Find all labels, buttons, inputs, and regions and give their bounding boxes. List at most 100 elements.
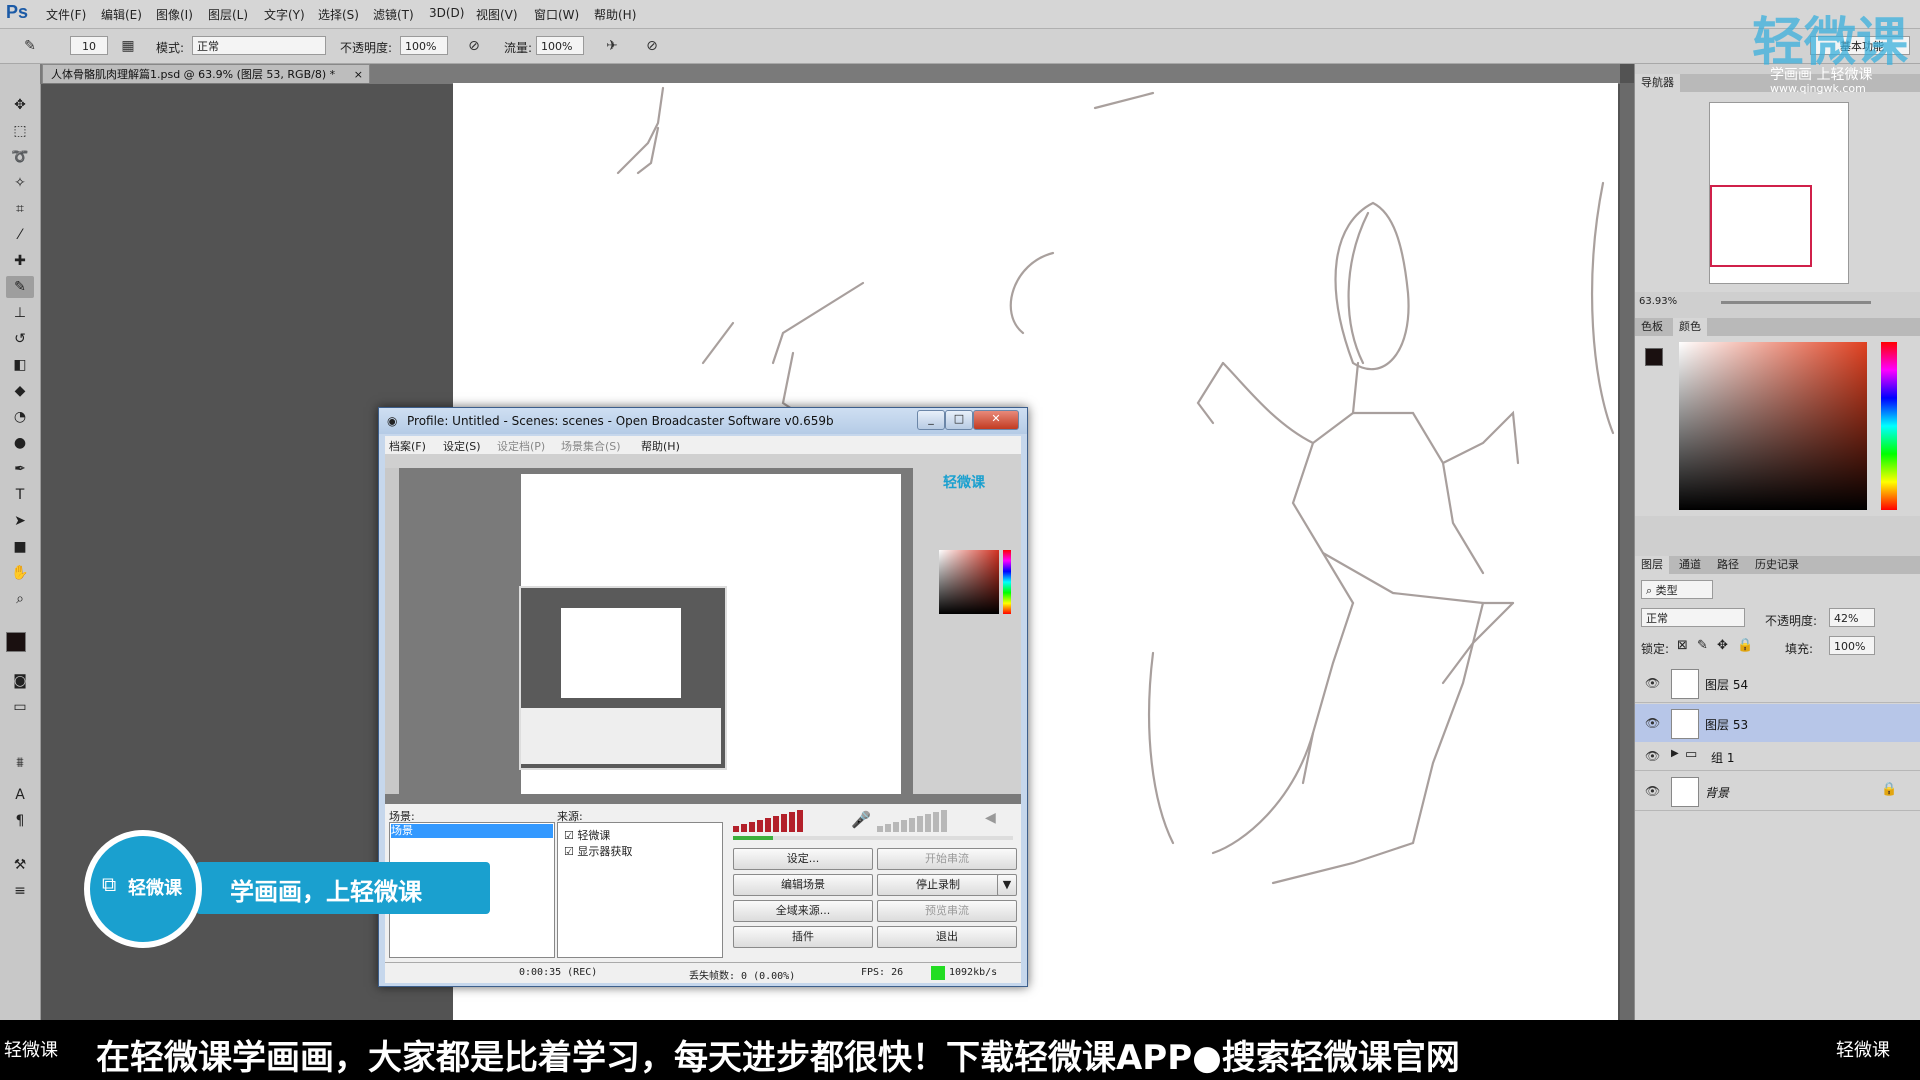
dodge-tool-icon[interactable]: ● <box>6 432 34 454</box>
flow-input[interactable]: 100% <box>536 36 584 55</box>
clone-stamp-tool-icon[interactable]: ⊥ <box>6 302 34 324</box>
stop-record-button[interactable]: 停止录制 <box>877 874 999 896</box>
foreground-color-swatch[interactable] <box>6 632 26 652</box>
preview-stream-button[interactable]: 预览串流 <box>877 900 1017 922</box>
checkbox-icon[interactable]: ☑ <box>564 845 574 858</box>
brush-preset-icon[interactable]: ✎ <box>20 36 40 56</box>
menu-window[interactable]: 窗口(W) <box>534 6 579 23</box>
tab-history[interactable]: 历史记录 <box>1749 556 1805 574</box>
marquee-tool-icon[interactable]: ⬚ <box>6 120 34 142</box>
tab-channels[interactable]: 通道 <box>1673 556 1707 574</box>
chevron-down-icon[interactable]: ▼ <box>997 874 1017 896</box>
character-panel-icon[interactable]: A <box>6 784 34 806</box>
exit-button[interactable]: 退出 <box>877 926 1017 948</box>
lasso-tool-icon[interactable]: ➰ <box>6 146 34 168</box>
crop-tool-icon[interactable]: ⌗ <box>6 198 34 220</box>
navigator-zoom-slider[interactable] <box>1721 301 1871 304</box>
tab-layers[interactable]: 图层 <box>1635 556 1669 574</box>
healing-brush-tool-icon[interactable]: ✚ <box>6 250 34 272</box>
tab-swatches[interactable]: 色板 <box>1635 318 1669 336</box>
color-foreground-swatch[interactable] <box>1645 348 1663 366</box>
menu-edit[interactable]: 编辑(E) <box>101 6 142 23</box>
obs-menu-scene-collection[interactable]: 场景集合(S) <box>561 438 621 454</box>
layer-group-row[interactable]: 👁 ▶ ▭ 组 1 <box>1635 742 1920 771</box>
tab-color[interactable]: 颜色 <box>1673 318 1707 336</box>
layer-blend-mode-select[interactable]: 正常 <box>1641 608 1745 627</box>
tool-presets-icon[interactable]: ⚒ <box>6 854 34 876</box>
obs-titlebar[interactable]: ◉ Profile: Untitled - Scenes: scenes - O… <box>379 408 1027 434</box>
brush-panel-icon[interactable]: ▦ <box>118 36 138 56</box>
global-sources-button[interactable]: 全域来源... <box>733 900 873 922</box>
plugins-button[interactable]: 插件 <box>733 926 873 948</box>
obs-menu-settings[interactable]: 设定(S) <box>443 438 481 454</box>
eyedropper-tool-icon[interactable]: ⁄ <box>6 224 34 246</box>
navigator-thumbnail[interactable] <box>1709 102 1849 284</box>
hue-slider[interactable] <box>1881 342 1897 510</box>
menu-image[interactable]: 图像(I) <box>156 6 193 23</box>
path-selection-tool-icon[interactable]: ➤ <box>6 510 34 532</box>
lock-all-icon[interactable]: 🔒 <box>1737 638 1753 653</box>
eye-icon[interactable]: 👁 <box>1645 676 1661 690</box>
edit-scene-button[interactable]: 编辑场景 <box>733 874 873 896</box>
airbrush-icon[interactable]: ✈ <box>602 36 622 56</box>
layer-row[interactable]: 👁 背景 🔒 <box>1635 772 1920 811</box>
obs-menu-profiles[interactable]: 设定档(P) <box>497 438 545 454</box>
maximize-button[interactable]: □ <box>945 410 973 430</box>
quick-mask-icon[interactable]: ◙ <box>6 670 34 692</box>
menu-file[interactable]: 文件(F) <box>46 6 86 23</box>
layer-row-selected[interactable]: 👁 图层 53 <box>1635 704 1920 743</box>
fill-input[interactable]: 100% <box>1829 636 1875 655</box>
menu-select[interactable]: 选择(S) <box>318 6 359 23</box>
brush-tool-icon[interactable]: ✎ <box>6 276 34 298</box>
screen-mode-icon[interactable]: ▭ <box>6 696 34 718</box>
menu-type[interactable]: 文字(Y) <box>264 6 305 23</box>
navigator-view-box[interactable] <box>1710 185 1812 267</box>
pressure-opacity-icon[interactable]: ⊘ <box>464 36 484 56</box>
pen-tool-icon[interactable]: ✒ <box>6 458 34 480</box>
lock-pixels-icon[interactable]: ✎ <box>1697 638 1708 653</box>
layer-filter-select[interactable]: ⌕ 类型 <box>1641 580 1713 599</box>
opacity-input[interactable]: 100% <box>400 36 448 55</box>
close-button[interactable]: ✕ <box>973 410 1019 430</box>
lock-transparency-icon[interactable]: ⊠ <box>1677 638 1688 653</box>
menu-filter[interactable]: 滤镜(T) <box>373 6 414 23</box>
close-icon[interactable]: × <box>354 65 363 84</box>
mode-select[interactable]: 正常 <box>192 36 326 55</box>
brush-size-picker[interactable]: 10 <box>70 36 108 55</box>
mic-volume-meter[interactable] <box>877 808 977 834</box>
history-brush-tool-icon[interactable]: ↺ <box>6 328 34 350</box>
scene-item[interactable]: 场景 <box>391 824 553 838</box>
lock-position-icon[interactable]: ✥ <box>1717 638 1728 653</box>
speaker-icon[interactable]: ◀ <box>985 810 996 826</box>
type-tool-icon[interactable]: T <box>6 484 34 506</box>
minimize-button[interactable]: _ <box>917 410 945 430</box>
start-stream-button[interactable]: 开始串流 <box>877 848 1017 870</box>
menu-view[interactable]: 视图(V) <box>476 6 518 23</box>
document-tab[interactable]: 人体骨骼肌肉理解篇1.psd @ 63.9% (图层 53, RGB/8) * … <box>42 64 370 83</box>
tab-paths[interactable]: 路径 <box>1711 556 1745 574</box>
source-item[interactable]: ☑ 轻微课 <box>564 827 610 843</box>
menu-3d[interactable]: 3D(D) <box>429 6 464 20</box>
desktop-volume-meter[interactable] <box>733 808 843 834</box>
eye-icon[interactable]: 👁 <box>1645 749 1661 763</box>
obs-menu-profile[interactable]: 档案(F) <box>389 438 426 454</box>
settings-button[interactable]: 设定... <box>733 848 873 870</box>
menu-layer[interactable]: 图层(L) <box>208 6 248 23</box>
color-field[interactable] <box>1679 342 1867 510</box>
source-item[interactable]: ☑ 显示器获取 <box>564 843 632 859</box>
obs-menu-help[interactable]: 帮助(H) <box>641 438 680 454</box>
navigator-zoom-value[interactable]: 63.93% <box>1639 296 1677 307</box>
tab-navigator[interactable]: 导航器 <box>1635 74 1680 92</box>
microphone-icon[interactable]: 🎤 <box>851 810 871 829</box>
magic-wand-tool-icon[interactable]: ✧ <box>6 172 34 194</box>
paragraph-panel-icon[interactable]: ¶ <box>6 810 34 832</box>
paint-bucket-tool-icon[interactable]: ◆ <box>6 380 34 402</box>
menu-help[interactable]: 帮助(H) <box>594 6 636 23</box>
layer-opacity-input[interactable]: 42% <box>1829 608 1875 627</box>
adjustments-icon[interactable]: ≡ <box>6 880 34 902</box>
eye-icon[interactable]: 👁 <box>1645 716 1661 730</box>
brush-presets-panel-icon[interactable]: ⩩ <box>6 752 34 774</box>
layer-row[interactable]: 👁 图层 54 <box>1635 664 1920 703</box>
sources-list[interactable]: ☑ 轻微课 ☑ 显示器获取 <box>557 822 723 958</box>
move-tool-icon[interactable]: ✥ <box>6 94 34 116</box>
